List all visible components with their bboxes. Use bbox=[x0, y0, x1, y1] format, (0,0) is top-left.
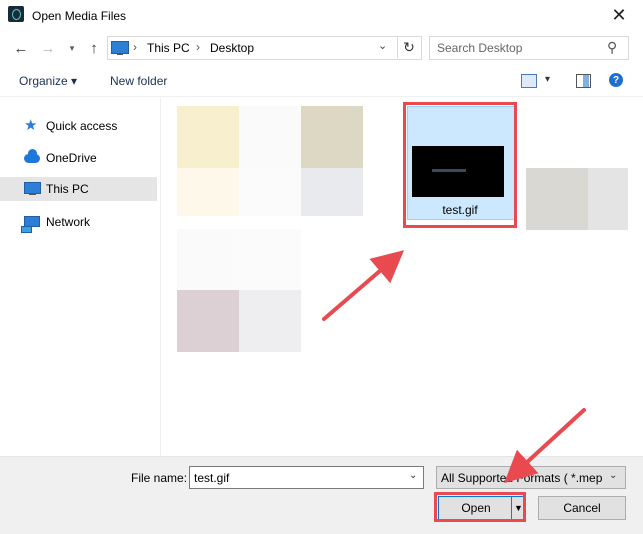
sidebar-item-label: Quick access bbox=[46, 119, 118, 133]
file-item[interactable] bbox=[526, 168, 588, 230]
sidebar-item-label: OneDrive bbox=[46, 151, 97, 165]
recent-locations-button[interactable]: ▾ bbox=[62, 39, 82, 57]
sidebar-item-quick-access[interactable]: ★ Quick access bbox=[0, 114, 157, 138]
chevron-down-icon[interactable]: ⌄ bbox=[409, 470, 417, 481]
arrow-left-icon: ← bbox=[13, 39, 29, 57]
view-dropdown-icon[interactable]: ▾ bbox=[545, 74, 550, 85]
refresh-icon: ↻ bbox=[403, 38, 415, 55]
file-type-value: All Supported Formats ( *.mep bbox=[441, 471, 603, 485]
back-button[interactable]: ← bbox=[11, 39, 31, 57]
organize-button[interactable]: Organize ▾ bbox=[19, 74, 77, 88]
breadcrumb-this-pc[interactable]: This PC bbox=[147, 41, 190, 55]
refresh-button[interactable]: ↻ bbox=[397, 36, 420, 58]
sidebar-item-label: This PC bbox=[46, 182, 89, 196]
breadcrumb-desktop[interactable]: Desktop bbox=[210, 41, 254, 55]
sidebar-item-onedrive[interactable]: OneDrive bbox=[0, 146, 157, 170]
window-title: Open Media Files bbox=[32, 9, 127, 23]
file-item[interactable] bbox=[239, 229, 301, 290]
file-item[interactable] bbox=[177, 106, 239, 168]
view-options-icon[interactable] bbox=[521, 74, 537, 88]
computer-icon bbox=[111, 41, 129, 55]
file-item[interactable] bbox=[177, 168, 239, 216]
chevron-right-icon: › bbox=[196, 40, 200, 54]
close-button[interactable]: ✕ bbox=[596, 0, 642, 31]
address-dropdown-icon[interactable]: ⌄ bbox=[378, 39, 387, 52]
help-icon[interactable]: ? bbox=[609, 73, 623, 87]
network-icon bbox=[21, 216, 40, 233]
forward-button[interactable]: → bbox=[38, 39, 58, 57]
file-item[interactable] bbox=[301, 106, 363, 168]
sidebar-item-this-pc[interactable]: This PC bbox=[0, 177, 157, 201]
arrow-up-icon: ↑ bbox=[90, 39, 98, 57]
highlight-box bbox=[434, 492, 526, 522]
chevron-down-icon: ▾ bbox=[69, 42, 75, 53]
file-item[interactable] bbox=[239, 168, 301, 216]
file-name-caption: File name: bbox=[131, 471, 188, 485]
search-icon: ⚲ bbox=[607, 39, 618, 55]
sidebar-item-network[interactable]: Network bbox=[0, 210, 157, 234]
star-icon: ★ bbox=[24, 117, 38, 134]
arrow-right-icon: → bbox=[40, 39, 56, 57]
file-item[interactable] bbox=[239, 290, 301, 352]
file-item[interactable] bbox=[177, 229, 239, 290]
chevron-down-icon[interactable]: ⌄ bbox=[609, 470, 617, 481]
file-item[interactable] bbox=[301, 168, 363, 216]
file-item[interactable] bbox=[588, 168, 628, 230]
sidebar-item-label: Network bbox=[46, 215, 91, 229]
close-icon: ✕ bbox=[611, 5, 627, 25]
file-item[interactable] bbox=[239, 106, 301, 168]
file-item[interactable] bbox=[177, 290, 239, 352]
app-icon bbox=[8, 6, 24, 22]
highlight-box bbox=[403, 102, 517, 228]
preview-pane-icon[interactable] bbox=[576, 74, 591, 88]
computer-icon bbox=[24, 182, 41, 195]
file-name-value: test.gif bbox=[194, 471, 230, 485]
search-placeholder: Search Desktop bbox=[437, 41, 523, 55]
cancel-button[interactable]: Cancel bbox=[538, 496, 626, 520]
chevron-right-icon: › bbox=[133, 40, 137, 54]
new-folder-button[interactable]: New folder bbox=[110, 74, 167, 88]
cloud-icon bbox=[24, 149, 40, 163]
up-button[interactable]: ↑ bbox=[84, 39, 104, 57]
